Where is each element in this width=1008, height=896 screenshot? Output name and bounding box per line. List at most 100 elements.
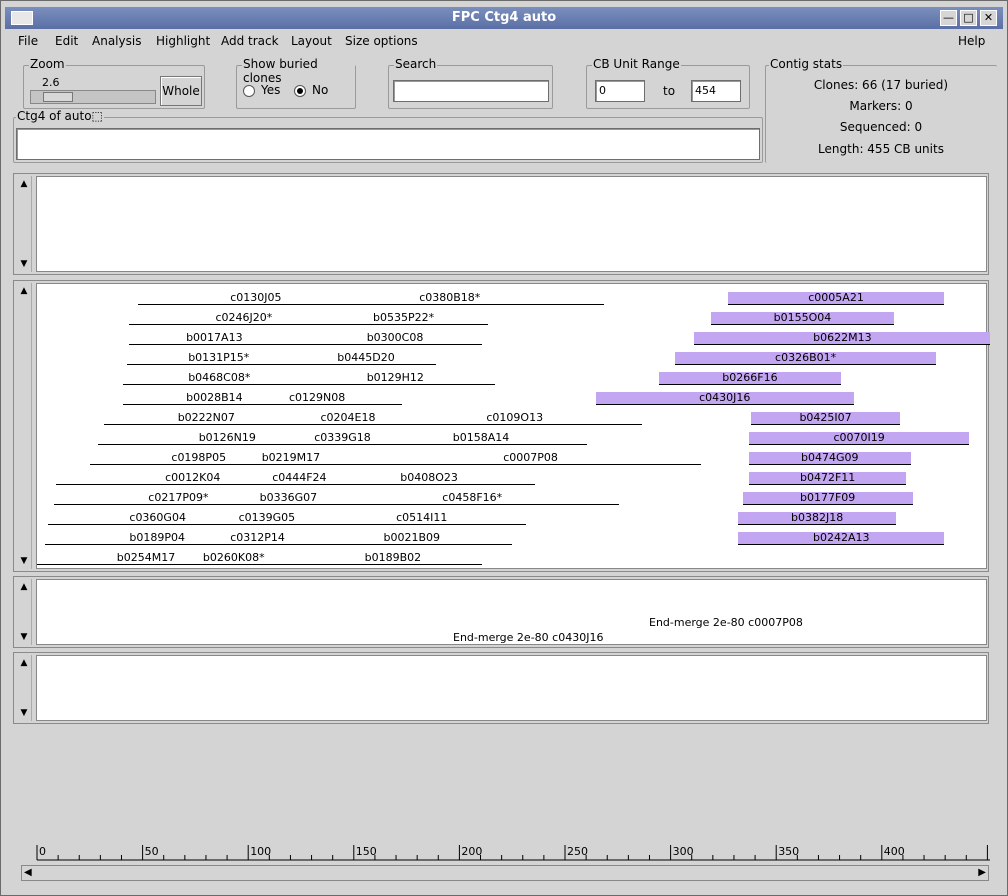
- menu-layout[interactable]: Layout: [291, 34, 332, 48]
- range-from-input[interactable]: 0: [595, 80, 645, 102]
- clone-label[interactable]: b0445D20: [337, 351, 394, 364]
- clone-label[interactable]: b0474G09: [749, 451, 911, 464]
- menu-highlight[interactable]: Highlight: [156, 34, 210, 48]
- clone-line[interactable]: b0131P15* b0445D20: [127, 351, 436, 365]
- zoom-slider[interactable]: [30, 90, 156, 104]
- merge-note[interactable]: End-merge 2e-80 c0430J16: [453, 631, 603, 644]
- clone-label[interactable]: b0260K08*: [203, 551, 265, 564]
- search-input[interactable]: [393, 80, 549, 102]
- highlighted-clone[interactable]: c0430J16: [595, 391, 854, 405]
- clone-label[interactable]: b0468C08*: [188, 371, 250, 384]
- clone-line[interactable]: c0360G04 c0139G05 c0514I11: [47, 511, 527, 525]
- clone-line[interactable]: c0217P09* b0336G07 c0458F16*: [53, 491, 619, 505]
- clone-line[interactable]: b0017A13 b0300C08: [129, 331, 483, 345]
- menu-help[interactable]: Help: [958, 34, 985, 48]
- clone-line[interactable]: b0468C08* b0129H12: [123, 371, 495, 385]
- merge-track-canvas[interactable]: End-merge 2e-80 c0007P08 End-merge 2e-80…: [36, 579, 987, 645]
- clone-label[interactable]: b0425I07: [751, 411, 900, 424]
- highlighted-clone[interactable]: b0425I07: [751, 411, 901, 425]
- clone-label[interactable]: b0129H12: [367, 371, 424, 384]
- scroll-down-icon[interactable]: ▼: [18, 258, 30, 270]
- clone-line[interactable]: b0254M17 b0260K08* b0189B02: [37, 551, 483, 565]
- clone-label[interactable]: c0012K04: [165, 471, 220, 484]
- clone-label[interactable]: b0472F11: [749, 471, 907, 484]
- clone-label[interactable]: b0017A13: [186, 331, 243, 344]
- scroll-right-icon[interactable]: ▶: [978, 867, 986, 878]
- scroll-left-icon[interactable]: ◀: [24, 867, 32, 878]
- contig-remark-input[interactable]: [16, 128, 760, 160]
- clone-track-scrollbar[interactable]: ▲ ▼: [16, 283, 32, 569]
- clone-label[interactable]: b0254M17: [117, 551, 175, 564]
- menu-size-options[interactable]: Size options: [345, 34, 418, 48]
- clone-label[interactable]: b0189P04: [129, 531, 185, 544]
- scroll-up-icon[interactable]: ▲: [18, 581, 30, 593]
- clone-label[interactable]: b0155O04: [711, 311, 894, 324]
- scroll-down-icon[interactable]: ▼: [18, 555, 30, 567]
- clone-label[interactable]: c0204E18: [320, 411, 375, 424]
- highlighted-clone[interactable]: b0622M13: [694, 331, 991, 345]
- scroll-down-icon[interactable]: ▼: [18, 631, 30, 643]
- whole-button[interactable]: Whole: [160, 76, 202, 106]
- clone-line[interactable]: c0246J20* b0535P22*: [129, 311, 489, 325]
- clone-label[interactable]: c0007P08: [503, 451, 558, 464]
- scroll-up-icon[interactable]: ▲: [18, 657, 30, 669]
- clone-label[interactable]: c0339G18: [314, 431, 371, 444]
- menu-add-track[interactable]: Add track: [221, 34, 279, 48]
- clone-label[interactable]: c0109O13: [486, 411, 543, 424]
- clone-line[interactable]: b0222N07 c0204E18 c0109O13: [104, 411, 642, 425]
- clone-label[interactable]: b0189B02: [365, 551, 422, 564]
- clone-track-canvas[interactable]: c0130J05 c0380B18* c0246J20* b0535P22* b0017…: [36, 283, 991, 569]
- clone-label[interactable]: b0222N07: [178, 411, 235, 424]
- track-1-scrollbar[interactable]: ▲ ▼: [16, 176, 32, 272]
- highlighted-clone[interactable]: b0472F11: [748, 471, 907, 485]
- menu-analysis[interactable]: Analysis: [92, 34, 141, 48]
- clone-label[interactable]: b0300C08: [367, 331, 424, 344]
- clone-label[interactable]: c0217P09*: [148, 491, 208, 504]
- clone-label[interactable]: c0430J16: [596, 391, 854, 404]
- clone-label[interactable]: c0360G04: [129, 511, 186, 524]
- clone-label[interactable]: c0246J20*: [215, 311, 272, 324]
- highlighted-clone[interactable]: b0155O04: [711, 311, 894, 325]
- range-to-input[interactable]: 454: [691, 80, 741, 102]
- close-icon[interactable]: ✕: [980, 10, 997, 26]
- clone-label[interactable]: c0130J05: [230, 291, 281, 304]
- clone-label[interactable]: b0177F09: [743, 491, 913, 504]
- merge-track-scrollbar[interactable]: ▲ ▼: [16, 579, 32, 645]
- clone-line[interactable]: c0130J05 c0380B18*: [137, 291, 604, 305]
- clone-label[interactable]: b0126N19: [199, 431, 256, 444]
- clone-label[interactable]: c0312P14: [230, 531, 285, 544]
- clone-label[interactable]: c0198P05: [171, 451, 226, 464]
- horizontal-scrollbar[interactable]: ◀ ▶: [21, 865, 989, 881]
- clone-label[interactable]: b0158A14: [453, 431, 510, 444]
- menu-edit[interactable]: Edit: [55, 34, 78, 48]
- track-1-canvas[interactable]: [36, 176, 987, 272]
- clone-line[interactable]: b0028B14 c0129N08: [123, 391, 403, 405]
- clone-line[interactable]: b0126N19 c0339G18 b0158A14: [97, 431, 588, 445]
- clone-label[interactable]: c0444F24: [272, 471, 326, 484]
- highlighted-clone[interactable]: b0382J18: [738, 511, 896, 525]
- clone-label[interactable]: c0070I19: [749, 431, 970, 444]
- clone-label[interactable]: c0514I11: [396, 511, 447, 524]
- clone-label[interactable]: b0242A13: [738, 531, 944, 544]
- clone-label[interactable]: b0266F16: [659, 371, 842, 384]
- clone-line[interactable]: b0189P04 c0312P14 b0021B09: [45, 531, 512, 545]
- highlighted-clone[interactable]: c0326B01*: [675, 351, 936, 365]
- scroll-down-icon[interactable]: ▼: [18, 707, 30, 719]
- merge-note[interactable]: End-merge 2e-80 c0007P08: [649, 616, 803, 629]
- clone-label[interactable]: c0458F16*: [442, 491, 502, 504]
- clone-label[interactable]: b0028B14: [186, 391, 243, 404]
- clone-line[interactable]: c0012K04 c0444F24 b0408O23: [55, 471, 535, 485]
- clone-label[interactable]: b0408O23: [400, 471, 458, 484]
- scroll-up-icon[interactable]: ▲: [18, 285, 30, 297]
- track-4-canvas[interactable]: [36, 655, 987, 721]
- clone-label[interactable]: c0380B18*: [419, 291, 480, 304]
- clone-label[interactable]: b0622M13: [694, 331, 990, 344]
- clone-line[interactable]: c0198P05 b0219M17 c0007P08: [89, 451, 701, 465]
- buried-yes-radio[interactable]: [243, 85, 255, 97]
- zoom-slider-handle[interactable]: [43, 92, 73, 102]
- highlighted-clone[interactable]: b0177F09: [742, 491, 913, 505]
- buried-no-radio[interactable]: [294, 85, 306, 97]
- scroll-up-icon[interactable]: ▲: [18, 178, 30, 190]
- clone-label[interactable]: b0021B09: [383, 531, 440, 544]
- menu-file[interactable]: File: [18, 34, 38, 48]
